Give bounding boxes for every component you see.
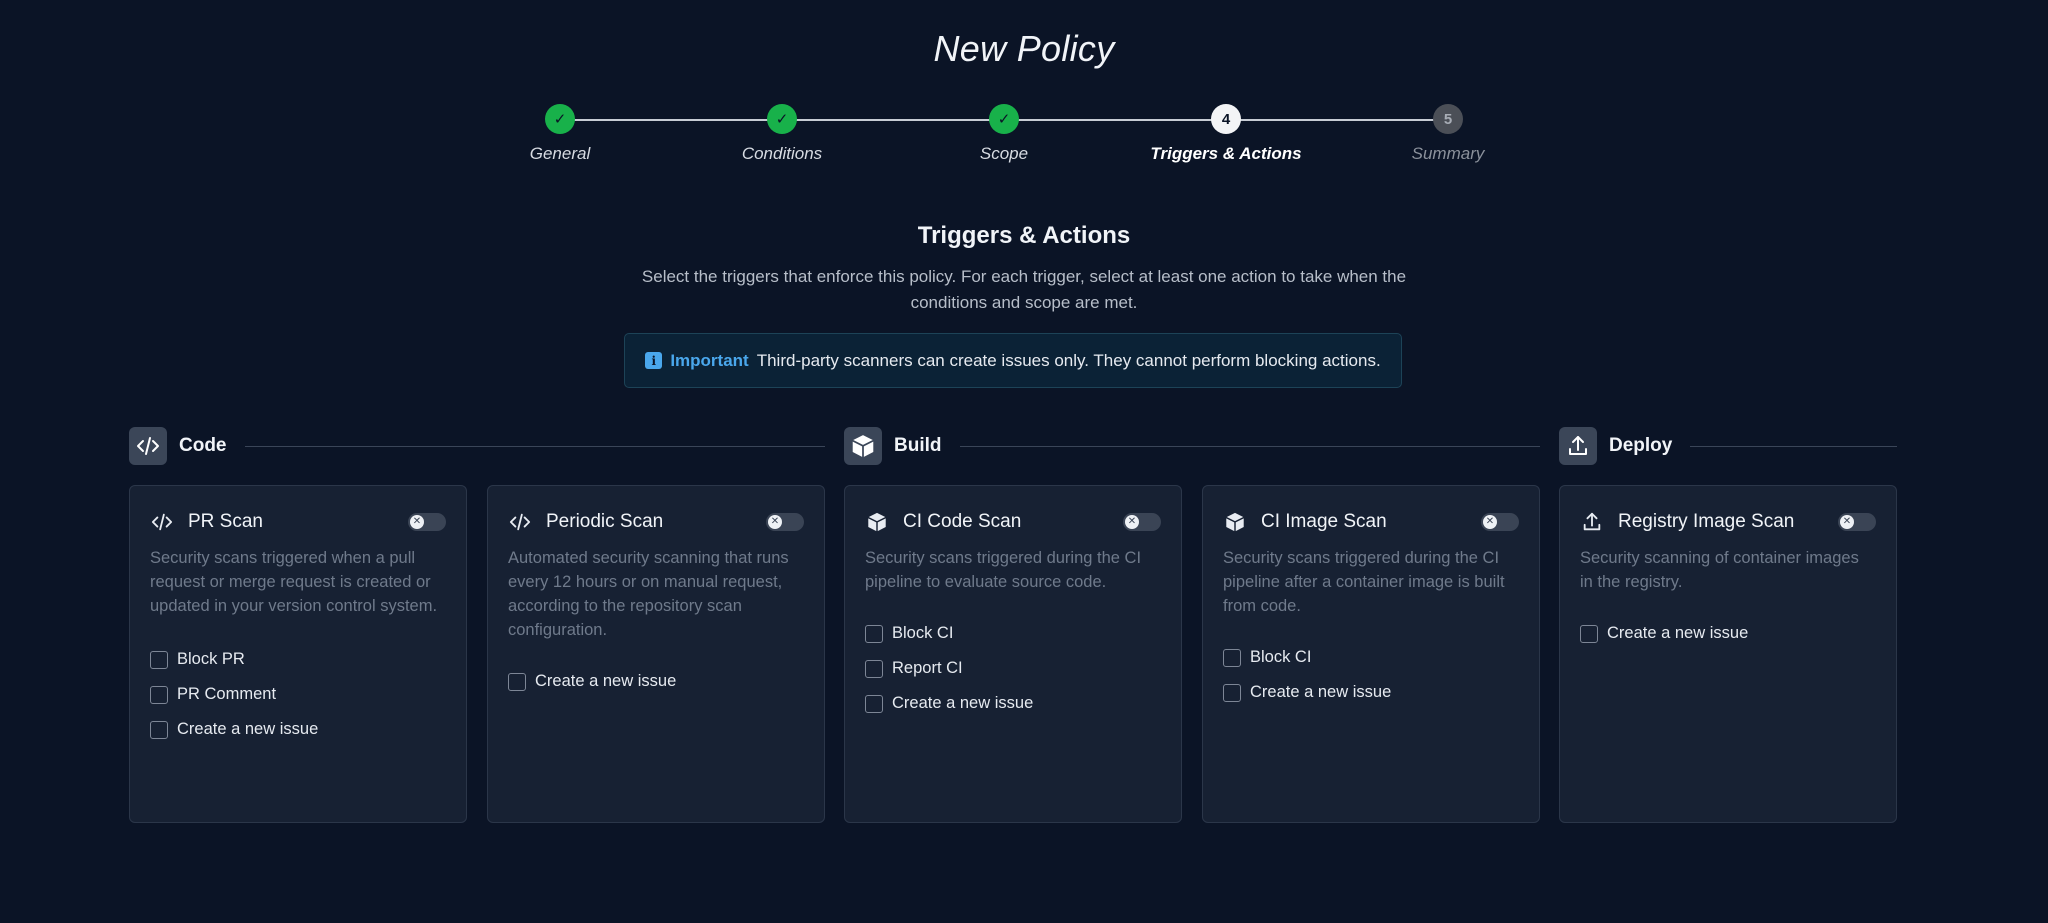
upload-icon (1559, 427, 1597, 465)
option-pr-comment[interactable]: PR Comment (150, 677, 446, 712)
checkbox[interactable] (150, 685, 168, 704)
registry-image-scan-toggle[interactable]: ✕ (1838, 513, 1876, 531)
step-label: General (529, 144, 591, 163)
checkbox[interactable] (508, 672, 526, 691)
group-deploy: Deploy (1559, 427, 1897, 465)
step-scope[interactable]: ✓ Scope (894, 104, 1114, 164)
card-registry-image-scan: Registry Image Scan ✕ Security scanning … (1559, 485, 1897, 823)
card-ci-image-scan: CI Image Scan ✕ Security scans triggered… (1202, 485, 1540, 823)
option-block-pr[interactable]: Block PR (150, 642, 446, 677)
group-label: Deploy (1609, 435, 1673, 456)
package-icon (1223, 510, 1247, 534)
code-icon (150, 510, 174, 534)
periodic-scan-toggle[interactable]: ✕ (766, 513, 804, 531)
notice-label: Important (670, 350, 749, 370)
toggle-off-icon: ✕ (1125, 515, 1139, 529)
toggle-off-icon: ✕ (1483, 515, 1497, 529)
upload-icon (1580, 510, 1604, 534)
section-title: Triggers & Actions (917, 222, 1131, 249)
group-label: Code (179, 435, 227, 456)
option-label: Create a new issue (177, 720, 319, 738)
card-description: Security scans triggered when a pull req… (150, 549, 438, 615)
option-label: Create a new issue (535, 672, 677, 690)
group-label: Build (894, 435, 942, 456)
info-icon: i (645, 352, 663, 369)
card-title: Periodic Scan (546, 511, 664, 532)
option-create-issue[interactable]: Create a new issue (508, 664, 804, 699)
option-create-issue[interactable]: Create a new issue (150, 712, 446, 747)
toggle-off-icon: ✕ (410, 515, 424, 529)
step-label: Triggers & Actions (1150, 144, 1302, 163)
step-label: Scope (979, 144, 1029, 163)
step-conditions[interactable]: ✓ Conditions (672, 104, 892, 164)
step-label: Conditions (741, 144, 823, 163)
page-title: New Policy (933, 28, 1115, 69)
option-label: Create a new issue (892, 694, 1034, 712)
step-number: 4 (1211, 104, 1241, 134)
check-icon: ✓ (767, 104, 797, 134)
step-triggers-actions[interactable]: 4 Triggers & Actions (1116, 104, 1336, 164)
option-create-issue[interactable]: Create a new issue (1223, 675, 1519, 710)
code-icon (129, 427, 167, 465)
group-code: Code (129, 427, 825, 465)
step-general[interactable]: ✓ General (450, 104, 670, 164)
option-label: PR Comment (177, 685, 277, 703)
card-periodic-scan: Periodic Scan ✕ Automated security scann… (487, 485, 825, 823)
card-title: PR Scan (188, 511, 263, 532)
code-icon (508, 510, 532, 534)
option-label: Create a new issue (1607, 624, 1749, 642)
check-icon: ✓ (989, 104, 1019, 134)
option-label: Create a new issue (1250, 683, 1392, 701)
card-title: CI Image Scan (1261, 511, 1387, 532)
check-icon: ✓ (545, 104, 575, 134)
step-number: 5 (1433, 104, 1463, 134)
ci-image-scan-toggle[interactable]: ✕ (1481, 513, 1519, 531)
checkbox[interactable] (1580, 624, 1598, 643)
divider (244, 445, 825, 447)
package-icon (865, 510, 889, 534)
checkbox[interactable] (150, 650, 168, 669)
important-notice: i Important Third-party scanners can cre… (624, 333, 1402, 388)
option-create-issue[interactable]: Create a new issue (865, 686, 1161, 721)
pr-scan-toggle[interactable]: ✕ (408, 513, 446, 531)
checkbox[interactable] (865, 624, 883, 643)
stepper: ✓ General ✓ Conditions ✓ Scope 4 Trigger… (0, 104, 2048, 174)
option-label: Block PR (177, 650, 245, 668)
option-create-issue[interactable]: Create a new issue (1580, 616, 1876, 651)
checkbox[interactable] (865, 694, 883, 713)
checkbox[interactable] (865, 659, 883, 678)
card-description: Security scans triggered during the CI p… (1223, 549, 1505, 615)
step-summary: 5 Summary (1338, 104, 1558, 164)
toggle-off-icon: ✕ (768, 515, 782, 529)
checkbox[interactable] (1223, 683, 1241, 702)
checkbox[interactable] (150, 720, 168, 739)
option-label: Report CI (892, 659, 963, 677)
checkbox[interactable] (1223, 648, 1241, 667)
package-icon (844, 427, 882, 465)
ci-code-scan-toggle[interactable]: ✕ (1123, 513, 1161, 531)
divider (1690, 445, 1897, 447)
card-ci-code-scan: CI Code Scan ✕ Security scans triggered … (844, 485, 1182, 823)
step-label: Summary (1411, 144, 1485, 163)
option-label: Block CI (892, 624, 954, 642)
card-title: CI Code Scan (903, 511, 1022, 532)
option-report-ci[interactable]: Report CI (865, 651, 1161, 686)
divider (959, 445, 1540, 447)
section-description: Select the triggers that enforce this po… (641, 267, 1407, 312)
card-title: Registry Image Scan (1618, 511, 1795, 532)
group-build: Build (844, 427, 1540, 465)
card-description: Automated security scanning that runs ev… (508, 549, 789, 639)
card-description: Security scans triggered during the CI p… (865, 549, 1142, 591)
option-block-ci[interactable]: Block CI (865, 616, 1161, 651)
notice-text: Third-party scanners can create issues o… (756, 350, 1381, 370)
option-label: Block CI (1250, 648, 1312, 666)
card-description: Security scanning of container images in… (1580, 549, 1859, 591)
card-pr-scan: PR Scan ✕ Security scans triggered when … (129, 485, 467, 823)
toggle-off-icon: ✕ (1840, 515, 1854, 529)
option-block-ci[interactable]: Block CI (1223, 640, 1519, 675)
